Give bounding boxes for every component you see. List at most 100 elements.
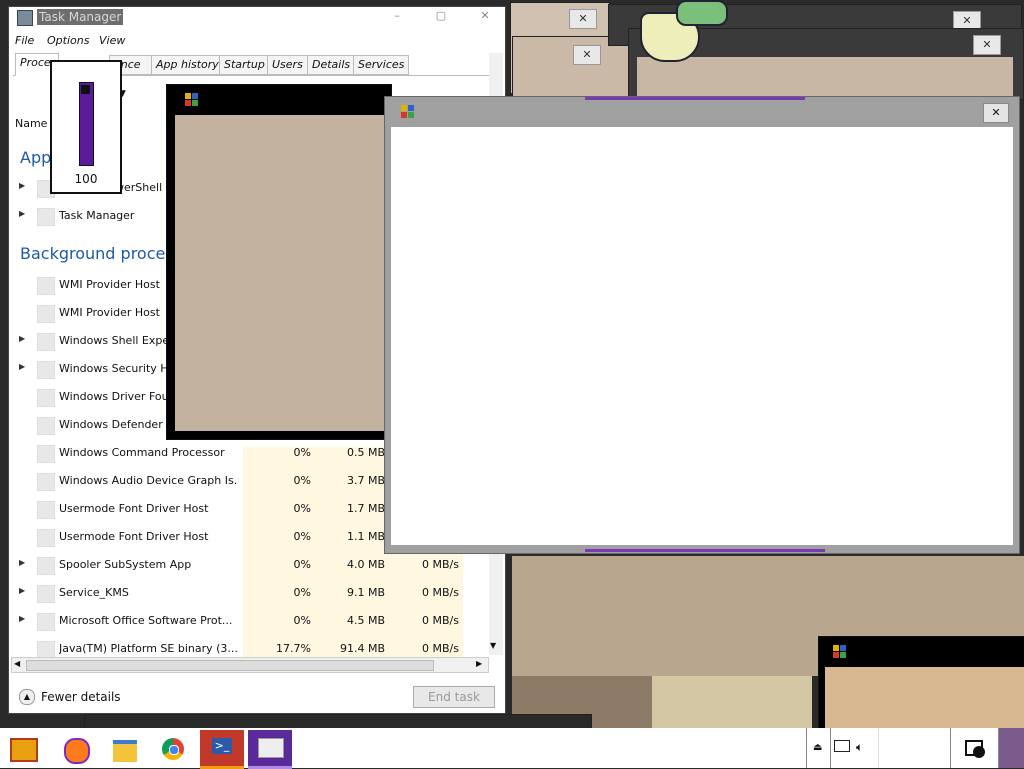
process-row[interactable]: ▶ Microsoft Office Software Prot... 0% 4.5 … [9,607,493,635]
memory-value: 91.4 MB [339,642,385,655]
expand-arrow-icon[interactable]: ▶ [19,558,25,567]
horizontal-scrollbar[interactable]: ◀ ▶ [11,657,489,673]
memory-value: 4.0 MB [346,558,385,571]
accent-bar [585,549,825,552]
network-icon[interactable] [834,740,850,752]
tab-details[interactable]: Details [307,55,356,75]
memory-value: 0.5 MB [346,446,385,459]
cartoon-sticker [636,0,728,62]
image-placeholder [652,676,812,728]
cpu-value: 0% [293,474,311,487]
disk-value: 0 MB/s [422,642,459,655]
process-icon [37,305,55,323]
process-icon [37,585,55,603]
tray-notifications[interactable] [950,728,999,768]
app-icon [833,645,846,658]
tray-overflow[interactable]: ⏏ [806,728,831,768]
memory-value: 3.7 MB [346,474,385,487]
popup-window-small [818,636,1024,730]
close-button[interactable]: ✕ [973,35,1001,55]
tray-network[interactable] [830,728,853,768]
end-task-button[interactable]: End task [413,686,495,708]
tab-startup[interactable]: Startup [219,55,270,75]
cpu-value: 0% [293,530,311,543]
scroll-down-button[interactable]: ▼ [490,641,496,650]
process-icon [37,277,55,295]
level-knob[interactable] [81,85,90,94]
title-bar[interactable]: Task Manager – ▢ ✕ [9,7,505,29]
memory-value: 1.1 MB [346,530,385,543]
close-button[interactable]: ✕ [471,9,499,25]
close-button[interactable]: ✕ [983,103,1009,123]
expand-arrow-icon[interactable]: ▶ [19,334,25,343]
file-explorer-icon[interactable] [108,732,140,764]
process-name: Windows Command Processor [59,446,225,459]
menu-bar: File Options View [9,31,505,51]
app-icon [185,93,198,106]
cpu-value: 0% [293,502,311,515]
cpu-value: 0% [293,586,311,599]
process-name: Service_KMS [59,586,129,599]
task-manager-icon[interactable] [248,730,292,769]
cpu-value: 0% [293,614,311,627]
cpu-value: 0% [293,558,311,571]
fewer-details-link[interactable]: Fewer details [41,690,121,704]
scroll-left-button[interactable]: ◀ [14,659,20,668]
process-icon [37,445,55,463]
menu-options[interactable]: Options [47,34,89,47]
disk-value: 0 MB/s [422,558,459,571]
process-icon [37,557,55,575]
scroll-right-button[interactable]: ▶ [476,659,482,668]
tray-clock-blank[interactable] [878,728,951,768]
process-icon [37,529,55,547]
minimize-button[interactable]: – [383,9,411,25]
level-fill [80,83,93,165]
expand-arrow-icon[interactable]: ▶ [19,362,25,371]
level-widget: 100 [50,60,122,194]
process-icon [37,501,55,519]
tab-users[interactable]: Users [267,55,308,75]
memory-value: 1.7 MB [346,502,385,515]
process-icon [37,613,55,631]
process-row[interactable]: ▶ Spooler SubSystem App 0% 4.0 MB 0 MB/s [9,551,493,579]
expand-arrow-icon[interactable]: ▶ [19,614,25,623]
process-icon [37,208,55,226]
notification-badge [973,746,985,758]
close-button[interactable]: ✕ [573,45,601,65]
menu-file[interactable]: File [15,34,34,47]
level-track[interactable] [79,82,94,166]
expand-arrow-icon[interactable]: ▶ [19,209,25,218]
powershell-icon[interactable]: >_ [200,730,244,769]
app-icon [401,105,414,118]
process-name: Usermode Font Driver Host [59,530,209,543]
eject-icon[interactable]: ⏏ [813,742,822,753]
process-name: Usermode Font Driver Host [59,502,209,515]
collapse-icon[interactable]: ▲ [19,689,35,705]
process-icon [37,361,55,379]
scrollbar-thumb[interactable] [26,660,434,671]
memory-value: 4.5 MB [346,614,385,627]
chrome-icon[interactable] [156,732,188,764]
maximize-button[interactable]: ▢ [427,9,455,25]
volume-icon[interactable]: 🔈︎ [856,740,863,755]
disk-value: 0 MB/s [422,614,459,627]
process-name: Microsoft Office Software Prot... [59,614,233,627]
tab-app-history[interactable]: App history [151,55,224,75]
column-header-name[interactable]: Name [15,117,47,130]
menu-view[interactable]: View [99,34,125,47]
tab-services[interactable]: Services [353,55,410,75]
process-name: Windows Audio Device Graph Is... [59,474,237,487]
start-icon[interactable] [6,732,38,764]
process-name: Spooler SubSystem App [59,558,192,571]
cpu-value: 17.7% [276,642,311,655]
desktop-thumbnail[interactable] [998,728,1024,768]
expand-arrow-icon[interactable]: ▶ [19,586,25,595]
close-button[interactable]: ✕ [569,9,597,29]
image-placeholder [175,115,389,431]
level-value: 100 [74,172,98,186]
firefox-icon[interactable] [58,732,90,764]
tray-volume[interactable]: 🔈︎ [852,728,878,768]
expand-arrow-icon[interactable]: ▶ [19,181,25,190]
process-row[interactable]: ▶ Service_KMS 0% 9.1 MB 0 MB/s [9,579,493,607]
memory-value: 9.1 MB [346,586,385,599]
